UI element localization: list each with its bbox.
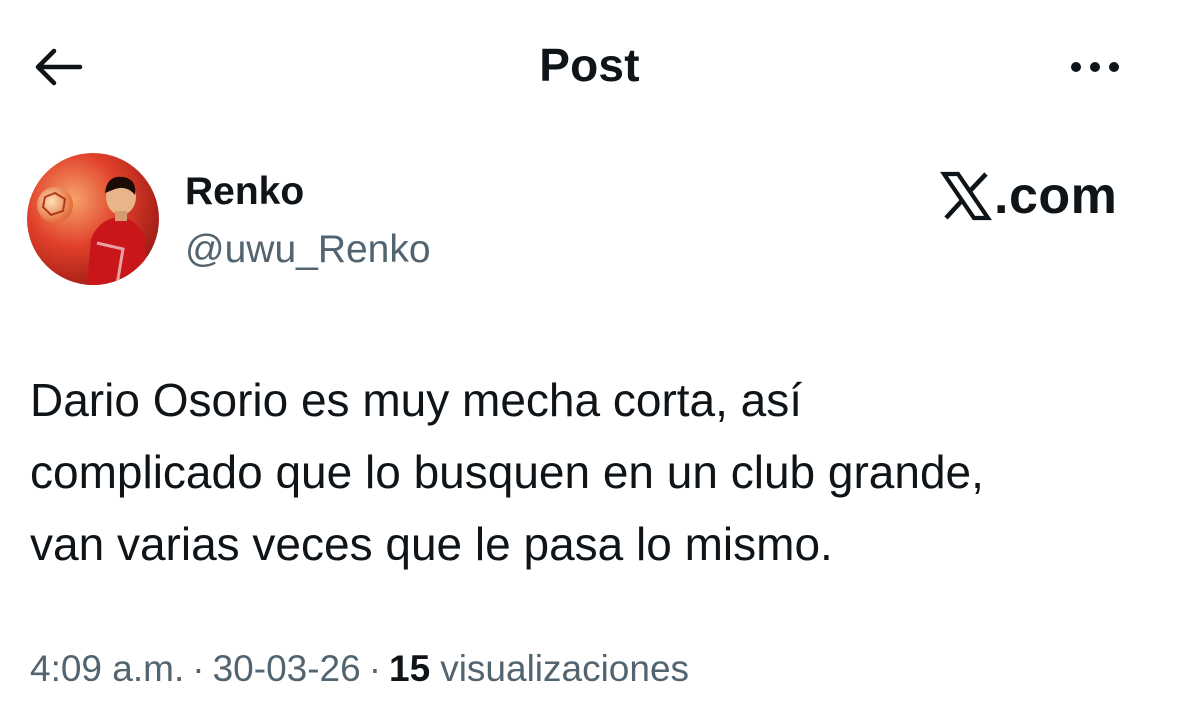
meta-separator: ·	[192, 648, 205, 689]
post-time[interactable]: 4:09 a.m.	[30, 648, 184, 690]
avatar[interactable]	[27, 153, 159, 285]
more-dot-icon	[1109, 62, 1119, 72]
post-text-line: van varias veces que le pasa lo mismo.	[30, 518, 833, 570]
meta-separator: ·	[368, 648, 382, 689]
author-display-name[interactable]: Renko	[185, 170, 304, 214]
views-count[interactable]: 15	[389, 648, 430, 690]
avatar-image	[27, 153, 159, 285]
post-text-line: complicado que lo busquen en un club gra…	[30, 446, 984, 498]
post-text: Dario Osorio es muy mecha corta, así com…	[30, 364, 1150, 580]
author-handle[interactable]: @uwu_Renko	[185, 228, 431, 272]
top-bar: Post	[0, 0, 1179, 135]
post-meta: 4:09 a.m. · 30-03-26 · 15 visualizacione…	[30, 648, 689, 690]
more-dot-icon	[1071, 62, 1081, 72]
page-title: Post	[539, 39, 640, 91]
brand-domain-text: .com	[994, 167, 1118, 225]
post-date[interactable]: 30-03-26	[213, 648, 361, 690]
more-options-button[interactable]	[1060, 48, 1130, 86]
x-logo-icon	[940, 171, 992, 221]
x-brand: .com	[940, 167, 1118, 225]
more-dot-icon	[1090, 62, 1100, 72]
views-label[interactable]: visualizaciones	[440, 648, 689, 690]
post-text-line: Dario Osorio es muy mecha corta, así	[30, 374, 803, 426]
